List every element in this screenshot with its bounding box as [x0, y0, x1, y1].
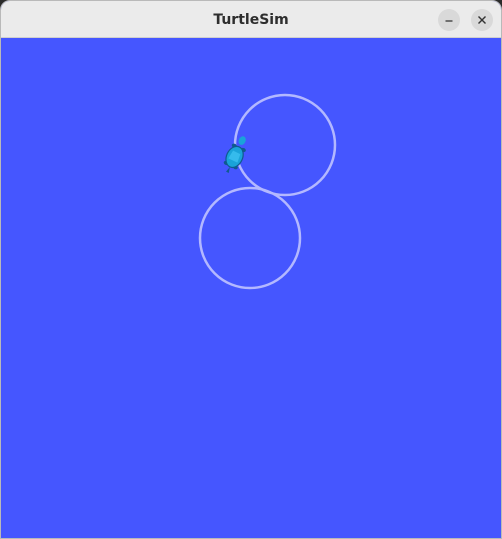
- turtle-canvas: [1, 38, 501, 538]
- turtlesim-window: TurtleSim: [0, 0, 502, 539]
- minimize-button[interactable]: [438, 9, 460, 31]
- minimize-icon: [445, 20, 453, 22]
- pen-trail-lower-circle: [198, 186, 302, 290]
- close-icon: [478, 16, 486, 24]
- pen-trail-upper-circle: [233, 93, 337, 197]
- window-title: TurtleSim: [213, 12, 289, 28]
- close-button[interactable]: [471, 9, 493, 31]
- title-bar[interactable]: TurtleSim: [1, 1, 501, 38]
- drawing-surface: [198, 93, 337, 290]
